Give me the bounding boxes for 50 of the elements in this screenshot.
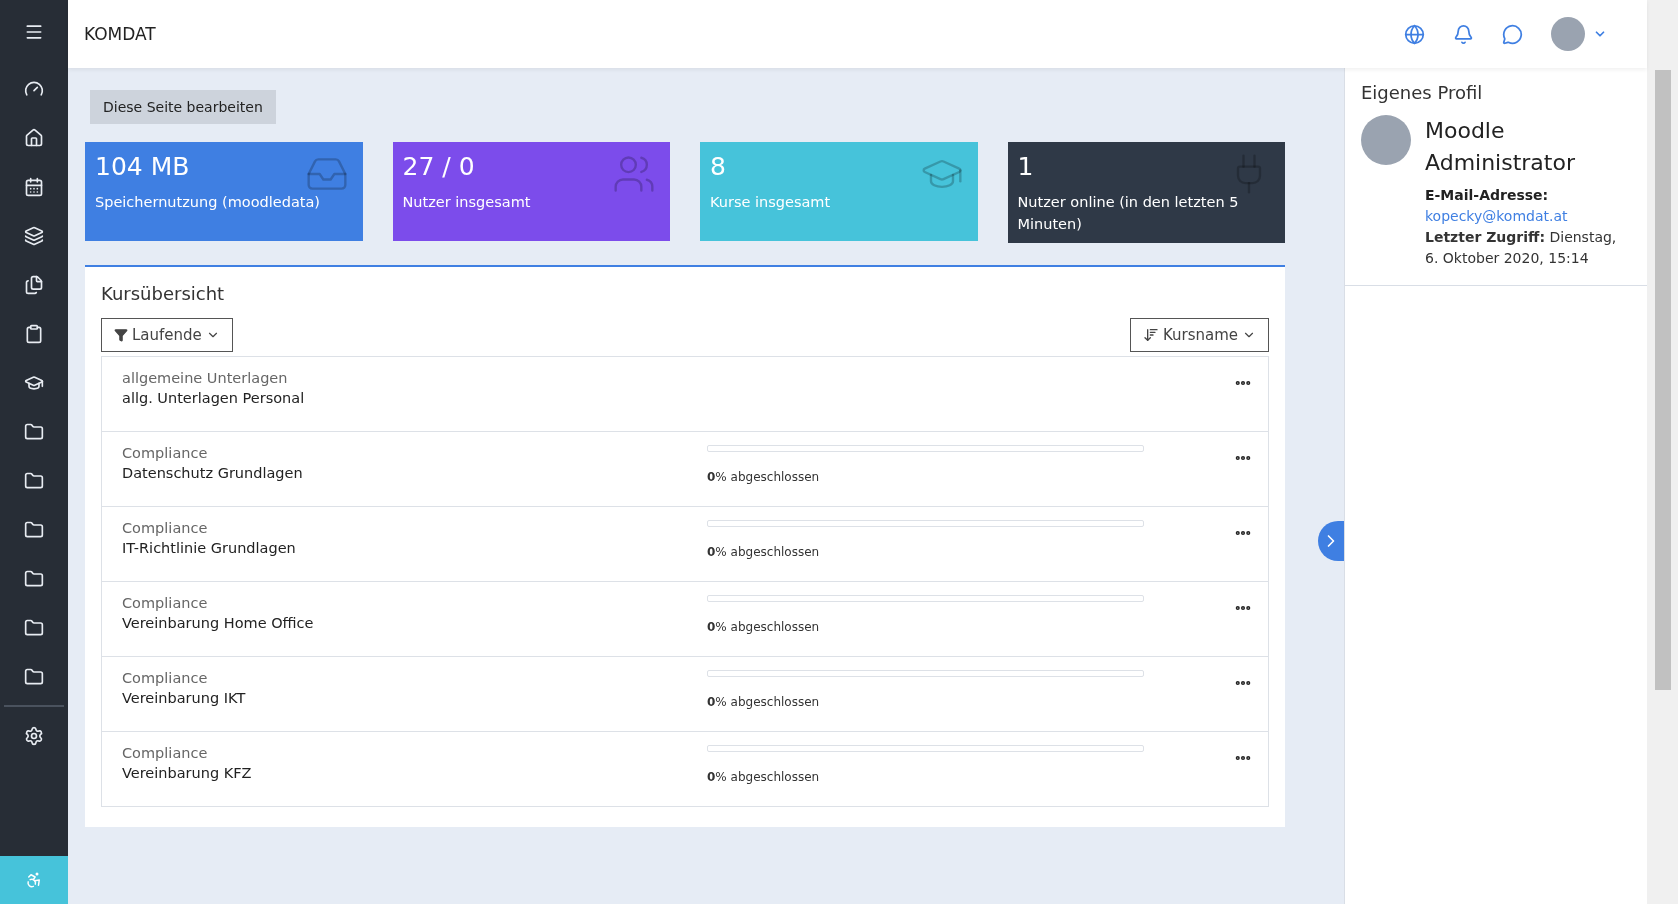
- stat-value: 1: [1017, 152, 1034, 181]
- course-row[interactable]: Compliance Vereinbarung Home Office 0% abgeschlossen: [101, 582, 1269, 657]
- drawer-toggle-button[interactable]: [1318, 521, 1344, 561]
- progress-label: 0% abgeschlossen: [707, 545, 821, 559]
- sort-dropdown[interactable]: Kursname: [1129, 318, 1269, 352]
- stat-label: Speichernutzung (moodledata): [95, 193, 321, 212]
- course-row[interactable]: Compliance Datenschutz Grundlagen 0% abgeschlossen: [101, 432, 1269, 507]
- course-row[interactable]: Compliance Vereinbarung IKT 0% abgeschlossen: [101, 657, 1269, 732]
- course-category: Compliance: [122, 745, 209, 761]
- email-label: E-Mail-Adresse:: [1425, 186, 1550, 205]
- filter-icon: [114, 328, 128, 342]
- course-category: Compliance: [122, 445, 209, 461]
- panel-title: Kursübersicht: [101, 283, 226, 304]
- course-name[interactable]: Vereinbarung Home Office: [122, 615, 707, 631]
- scrollbar-thumb[interactable]: [1654, 70, 1671, 690]
- course-name[interactable]: allg. Unterlagen Personal: [122, 390, 707, 406]
- email-link[interactable]: kopecky@komdat.at: [1425, 206, 1631, 227]
- course-row[interactable]: Compliance Vereinbarung KFZ 0% abgeschlossen: [101, 732, 1269, 807]
- globe-icon[interactable]: [1404, 23, 1425, 45]
- course-category: Compliance: [122, 670, 209, 686]
- progress-label: 0% abgeschlossen: [707, 770, 821, 784]
- last-access-text: Letzter Zugriff: Dienstag, 6. Oktober 2020, 15:14: [1425, 228, 1618, 268]
- progress-label: 0% abgeschlossen: [707, 620, 821, 634]
- course-name[interactable]: Datenschutz Grundlagen: [122, 465, 707, 481]
- course-row[interactable]: allgemeine Unterlagen allg. Unterlagen Personal: [101, 356, 1269, 432]
- sort-icon: [1142, 327, 1159, 343]
- filter-dropdown[interactable]: Laufende: [101, 318, 233, 352]
- course-name[interactable]: IT-Richtlinie Grundlagen: [122, 540, 707, 556]
- accessibility-icon: [25, 871, 43, 889]
- stat-value: 104 MB: [95, 152, 190, 181]
- progress-label: 0% abgeschlossen: [707, 470, 821, 484]
- stat-value: 8: [710, 152, 726, 181]
- course-category: allgemeine Unterlagen: [122, 370, 289, 386]
- block-title: Eigenes Profil: [1361, 82, 1484, 103]
- stat-value: 27 / 0: [402, 152, 475, 181]
- stat-label: Nutzer insgesamt: [402, 193, 532, 212]
- edit-page-button[interactable]: Diese Seite bearbeiten: [90, 90, 276, 124]
- progress-label: 0% abgeschlossen: [707, 695, 821, 709]
- course-name[interactable]: Vereinbarung KFZ: [122, 765, 707, 781]
- user-avatar[interactable]: [1551, 17, 1585, 51]
- course-row[interactable]: Compliance IT-Richtlinie Grundlagen 0% abgeschlossen: [101, 507, 1269, 582]
- course-category: Compliance: [122, 595, 209, 611]
- profile-avatar: [1361, 115, 1411, 165]
- profile-name: Moodle Administrator: [1425, 117, 1576, 177]
- course-name[interactable]: Vereinbarung IKT: [122, 690, 707, 706]
- course-category: Compliance: [122, 520, 209, 536]
- stat-label: Kurse insgesamt: [710, 193, 832, 212]
- notifications-icon[interactable]: [1453, 23, 1474, 45]
- messages-icon[interactable]: [1502, 23, 1523, 45]
- stat-label: Nutzer online (in den letzten 5 Minuten): [1017, 193, 1240, 234]
